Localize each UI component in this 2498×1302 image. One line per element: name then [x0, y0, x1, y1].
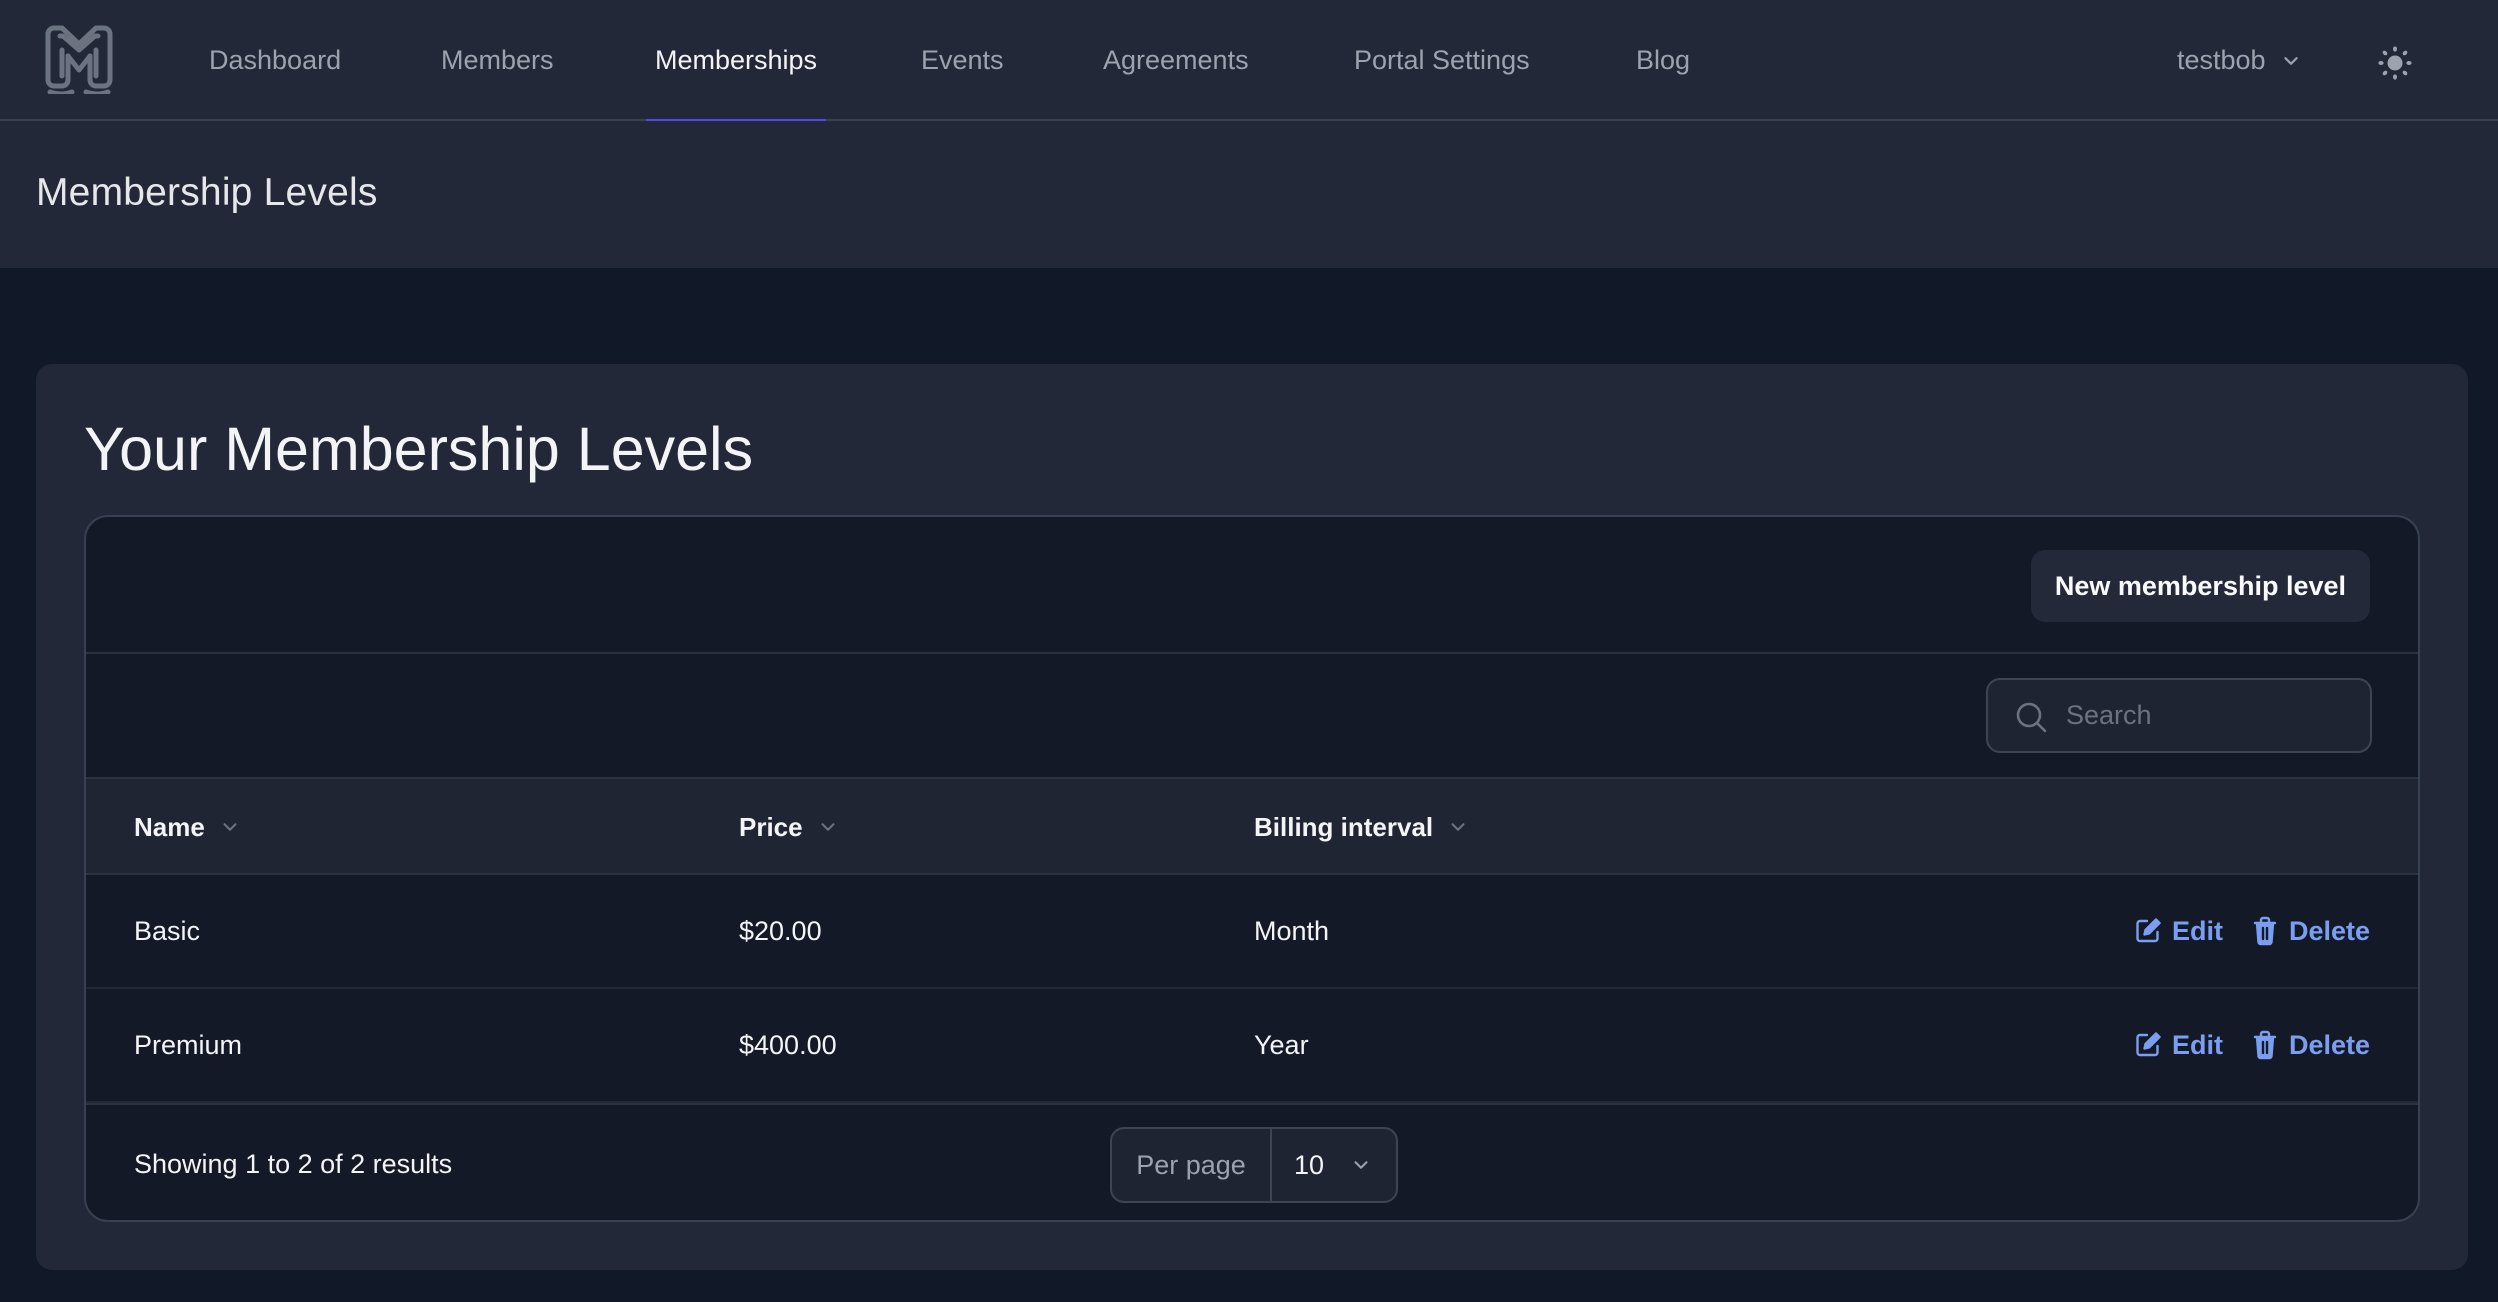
- card-title: Your Membership Levels: [84, 415, 754, 483]
- theme-toggle-button[interactable]: [2376, 44, 2414, 82]
- sun-icon: [2378, 46, 2412, 80]
- delete-button[interactable]: Delete: [2251, 916, 2370, 947]
- cell-price: $20.00: [739, 915, 822, 946]
- table-footer: Showing 1 to 2 of 2 results Per page 10: [86, 1103, 2418, 1220]
- column-header-name[interactable]: Name: [134, 779, 241, 875]
- page-title: Membership Levels: [36, 171, 378, 214]
- cell-name: Basic: [134, 915, 201, 946]
- table-header-row: Name Price Billing interval: [86, 777, 2418, 875]
- search-input[interactable]: [2066, 680, 2356, 751]
- column-header-label: Billing interval: [1254, 811, 1434, 842]
- nav-blog[interactable]: Blog: [1636, 0, 1690, 121]
- table-row: Premium $400.00 Year Edit Delete: [86, 989, 2418, 1103]
- search-box[interactable]: [1986, 678, 2372, 753]
- membership-levels-card: Your Membership Levels New membership le…: [36, 364, 2468, 1270]
- table-row: Basic $20.00 Month Edit Delete: [86, 875, 2418, 989]
- chevron-down-icon: [1451, 823, 1465, 831]
- page-header: Membership Levels: [0, 121, 2498, 268]
- search-icon: [2016, 702, 2047, 733]
- nav-portal-settings[interactable]: Portal Settings: [1354, 0, 1530, 121]
- nav-agreements[interactable]: Agreements: [1103, 0, 1249, 121]
- per-page-select[interactable]: 10: [1272, 1129, 1396, 1201]
- edit-icon: [2136, 918, 2161, 943]
- nav-dashboard[interactable]: Dashboard: [209, 0, 341, 121]
- column-header-billing-interval[interactable]: Billing interval: [1254, 779, 1469, 875]
- cell-name: Premium: [134, 1029, 243, 1060]
- row-actions: Edit Delete: [2134, 989, 2370, 1101]
- delete-button[interactable]: Delete: [2251, 1030, 2370, 1061]
- edit-label: Edit: [2171, 1029, 2223, 1060]
- search-row: [86, 654, 2418, 777]
- delete-label: Delete: [2288, 915, 2370, 946]
- cell-billing-interval: Year: [1254, 1029, 1309, 1060]
- chevron-down-icon: [1354, 1161, 1368, 1169]
- edit-button[interactable]: Edit: [2134, 1030, 2223, 1061]
- user-name: testbob: [2177, 45, 2266, 75]
- membership-levels-table: New membership level Name Price Billing …: [84, 515, 2420, 1222]
- chevron-down-icon: [2283, 56, 2298, 65]
- table-toolbar: New membership level: [86, 517, 2418, 654]
- user-menu[interactable]: testbob: [2177, 0, 2302, 121]
- per-page-control: Per page 10: [1110, 1127, 1398, 1203]
- results-summary: Showing 1 to 2 of 2 results: [134, 1149, 453, 1179]
- column-header-label: Price: [739, 811, 803, 842]
- row-actions: Edit Delete: [2134, 875, 2370, 987]
- edit-label: Edit: [2171, 915, 2223, 946]
- chevron-down-icon: [223, 823, 237, 831]
- column-header-price[interactable]: Price: [739, 779, 839, 875]
- cell-price: $400.00: [739, 1029, 837, 1060]
- per-page-label: Per page: [1112, 1129, 1272, 1201]
- top-navigation-bar: Dashboard Members Memberships Events Agr…: [0, 0, 2498, 123]
- trash-icon: [2253, 916, 2277, 946]
- new-membership-level-button[interactable]: New membership level: [2030, 550, 2370, 622]
- edit-button[interactable]: Edit: [2134, 916, 2223, 947]
- delete-label: Delete: [2288, 1029, 2370, 1060]
- trash-icon: [2253, 1030, 2277, 1060]
- per-page-value: 10: [1294, 1149, 1325, 1180]
- cell-billing-interval: Month: [1254, 915, 1330, 946]
- column-header-label: Name: [134, 811, 205, 842]
- logo-icon[interactable]: [36, 20, 122, 97]
- chevron-down-icon: [821, 823, 835, 831]
- nav-members[interactable]: Members: [441, 0, 554, 121]
- nav-events[interactable]: Events: [921, 0, 1004, 121]
- edit-icon: [2136, 1032, 2161, 1057]
- nav-memberships[interactable]: Memberships: [645, 0, 827, 123]
